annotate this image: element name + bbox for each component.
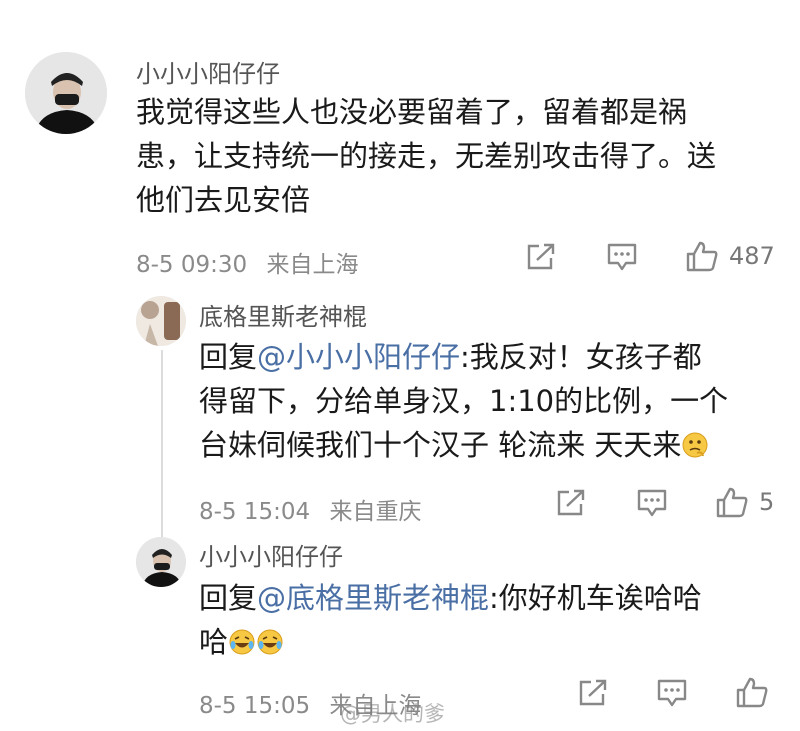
comment-icon [637, 489, 667, 517]
comment-meta: 8-5 15:04 来自重庆 [199, 492, 421, 526]
comment-author[interactable]: 小小小阳仔仔 [199, 537, 343, 572]
comment-line: 患，让支持统一的接走，无差别攻击得了。送 [136, 139, 717, 173]
avatar[interactable] [136, 296, 186, 346]
comment-author[interactable]: 底格里斯老神棍 [199, 297, 367, 332]
share-button[interactable] [577, 678, 609, 708]
share-button[interactable] [525, 242, 557, 272]
thumbs-up-icon [716, 487, 748, 518]
comment-line: 哈 [199, 625, 229, 659]
comment-body: 我觉得这些人也没必要留着了，留着都是祸 患，让支持统一的接走，无差别攻击得了。送… [136, 90, 716, 222]
comment-line: 得留下，分给单身汉，1:10的比例，一个 [199, 384, 729, 418]
comment-location: 来自重庆 [329, 499, 422, 525]
laughing-tears-emoji [256, 624, 284, 668]
comment-line: :你好机车诶哈哈 [489, 581, 702, 615]
like-button[interactable]: 487 [685, 240, 775, 272]
like-count: 487 [729, 242, 775, 270]
share-icon [527, 243, 555, 270]
thinking-emoji [681, 427, 709, 471]
comment-author[interactable]: 小小小阳仔仔 [136, 54, 280, 89]
avatar[interactable] [25, 52, 107, 134]
comment-location: 来自上海 [266, 252, 359, 278]
avatar[interactable] [136, 537, 186, 587]
watermark: @男人的爹 [340, 702, 445, 726]
comment-date: 8-5 15:05 [199, 693, 311, 719]
thumbs-up-icon [686, 241, 718, 272]
share-icon [579, 679, 607, 706]
laughing-tears-emoji [228, 624, 256, 668]
mention-link[interactable]: @小小小阳仔仔 [257, 340, 460, 374]
like-button[interactable]: 5 [715, 486, 774, 518]
mention-link[interactable]: @底格里斯老神棍 [257, 581, 489, 615]
reply-prefix: 回复 [199, 340, 258, 374]
comment-date: 8-5 09:30 [136, 252, 248, 278]
reply-button[interactable] [636, 488, 668, 518]
comment-line: 我觉得这些人也没必要留着了，留着都是祸 [136, 95, 688, 129]
comment-date: 8-5 15:04 [199, 499, 311, 525]
comment-icon [657, 679, 687, 707]
comment-icon [607, 243, 637, 271]
comment-body: 回复@底格里斯老神棍:你好机车诶哈哈 哈 [199, 576, 702, 668]
reply-prefix: 回复 [199, 581, 258, 615]
reply-button[interactable] [606, 242, 638, 272]
thumbs-up-icon [736, 677, 768, 708]
comment-body: 回复@小小小阳仔仔:我反对！女孩子都 得留下，分给单身汉，1:10的比例，一个 … [199, 335, 728, 471]
like-button[interactable] [735, 676, 769, 708]
comment-line: :我反对！女孩子都 [460, 340, 702, 374]
reply-button[interactable] [656, 678, 688, 708]
share-button[interactable] [555, 488, 587, 518]
comment-line: 他们去见安倍 [136, 183, 311, 217]
reply-thread-line [161, 350, 163, 545]
share-icon [557, 489, 585, 516]
comment-meta: 8-5 09:30 来自上海 [136, 245, 358, 279]
like-count: 5 [759, 488, 775, 516]
comment-line: 台妹伺候我们十个汉子 轮流来 天天来 [199, 428, 682, 462]
